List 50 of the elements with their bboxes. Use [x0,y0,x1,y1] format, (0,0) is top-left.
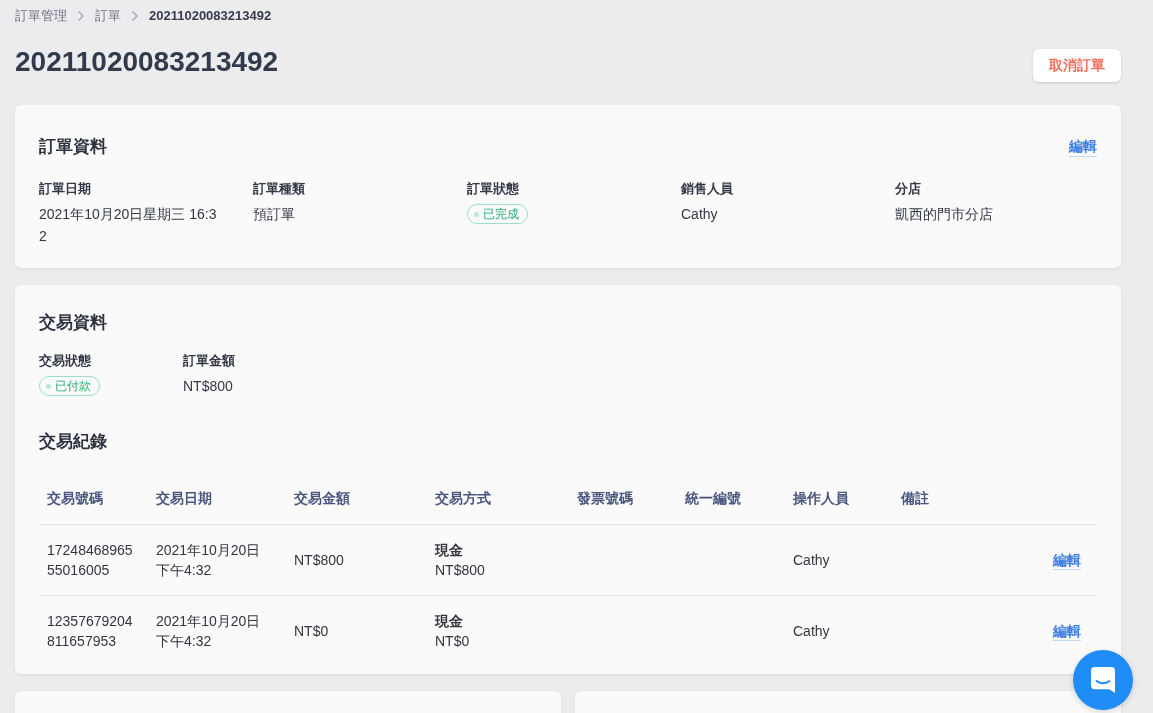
breadcrumb-item: 20211020083213492 [149,7,272,25]
breadcrumb-item[interactable]: 訂單管理 [15,7,67,25]
chevron-right-icon [132,11,138,21]
status-dot-icon [46,383,51,389]
status-text: 已付款 [55,378,91,395]
table-cell-text: Cathy [793,551,830,570]
breadcrumb-item[interactable]: 訂單 [95,7,121,25]
table-cell-text: 2021年10月20日下午4:32 [156,541,262,580]
chevron-right-icon [78,11,84,21]
status-dot-icon [474,211,479,217]
field-value: Cathy [681,205,718,224]
section-title: 交易資料 [39,312,107,334]
field-label: 訂單日期 [39,180,91,198]
column-header: 交易日期 [156,490,212,506]
field-value: 2021年10月20日星期三 16:32 [39,205,218,246]
payment-method-text: 現金 [435,612,463,631]
chat-bubble-icon [1091,667,1115,693]
table-cell-text: 2021年10月20日下午4:32 [156,612,262,651]
table-cell-text: 1724846896555016005 [47,541,134,580]
field-label: 訂單狀態 [467,180,519,198]
field-label: 交易狀態 [39,352,91,370]
payment-amount-text: NT$800 [435,561,485,580]
field-value: 預訂單 [253,205,295,224]
field-label: 銷售人員 [681,180,733,198]
page-title: 20211020083213492 [15,45,279,79]
cancel-order-button[interactable]: 取消訂單 [1033,49,1121,82]
column-header: 交易號碼 [47,490,103,506]
field-label: 訂單種類 [253,180,305,198]
field-label: 訂單金額 [183,352,235,370]
edit-link[interactable]: 編輯 [1053,623,1081,641]
table-cell-text: Cathy [793,622,830,641]
field-value: 凱西的門市分店 [895,205,993,224]
column-header: 交易方式 [435,490,491,506]
field-value: NT$800 [183,377,233,396]
field-label: 分店 [895,180,921,198]
table-cell-text: NT$800 [294,551,344,570]
section-title: 交易紀錄 [39,431,107,453]
payment-amount-text: NT$0 [435,632,470,651]
column-header: 統一編號 [685,490,741,506]
table-cell-text: 12357679204811657953 [47,612,134,651]
table-cell-text: NT$0 [294,622,329,641]
section-title: 訂單資料 [39,136,107,158]
payment-method-text: 現金 [435,541,463,560]
edit-link[interactable]: 編輯 [1069,137,1097,157]
column-header: 備註 [901,490,929,506]
status-text: 已完成 [483,206,519,223]
column-header: 交易金額 [294,490,350,506]
edit-link[interactable]: 編輯 [1053,552,1081,570]
column-header: 發票號碼 [577,490,633,506]
column-header: 操作人員 [793,490,849,506]
